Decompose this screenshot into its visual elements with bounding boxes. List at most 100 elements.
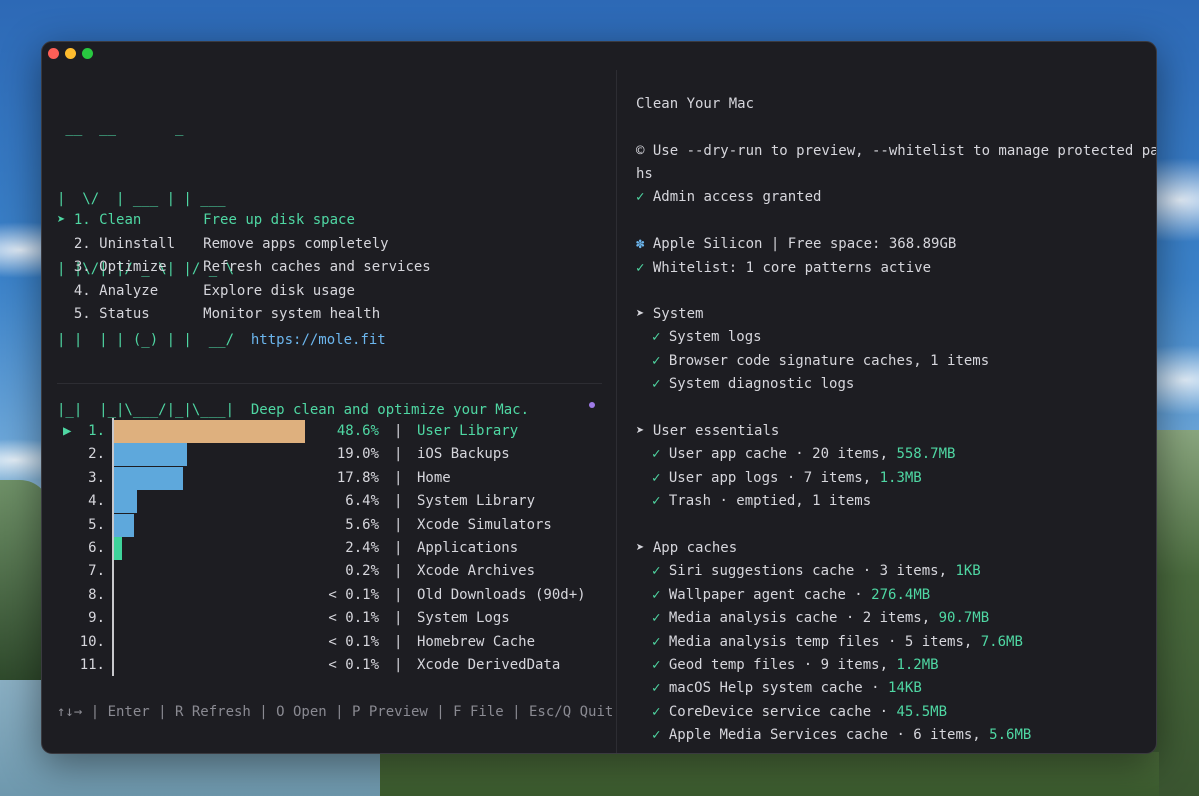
column-separator: |	[394, 446, 403, 463]
check-icon: ✓	[652, 727, 661, 744]
disk-usage-row[interactable]: 8. < 0.1% | Old Downloads (90d+)	[57, 584, 602, 607]
row-number: 7.	[88, 563, 105, 580]
item-text: macOS Help system cache ·	[668, 680, 889, 697]
section-header: ➤ System	[636, 304, 703, 324]
row-number: 5.	[88, 516, 105, 533]
menu-item-analyze[interactable]: 4. Analyze Explore disk usage	[57, 281, 355, 301]
disk-usage-row[interactable]: 2. 19.0% | iOS Backups	[57, 443, 602, 467]
menu-item-status[interactable]: 5. Status Monitor system health	[57, 304, 380, 324]
activity-dot-icon	[589, 402, 595, 408]
close-window-button[interactable]	[48, 48, 59, 59]
item-size: 558.7MB	[896, 446, 956, 463]
minimize-window-button[interactable]	[65, 48, 76, 59]
check-icon: ✓	[652, 680, 661, 697]
logo-line: __ __ _	[57, 120, 184, 136]
section-arrow-icon: ➤	[636, 423, 645, 439]
disk-usage-row[interactable]: 4. 6.4% | System Library	[57, 490, 602, 514]
usage-percent: 19.0%	[336, 446, 379, 463]
check-icon: ✓	[652, 446, 661, 463]
menu-item-uninstall[interactable]: 2. Uninstall Remove apps completely	[57, 234, 389, 254]
clean-item: ✓ System logs	[652, 327, 762, 347]
check-icon: ✓	[652, 563, 661, 580]
whitelist-status: ✓ Whitelist: 1 core patterns active	[636, 260, 932, 276]
website-link[interactable]: https://mole.fit	[251, 332, 386, 348]
section-divider	[57, 383, 602, 384]
disk-usage-row[interactable]: 9. < 0.1% | System Logs	[57, 607, 602, 630]
output-title: Clean Your Mac	[636, 96, 755, 112]
system-info: ✽ Apple Silicon | Free space: 368.89GB	[636, 236, 957, 252]
clean-item: ✓ Media analysis cache · 2 items, 90.7MB	[652, 608, 989, 628]
pane-divider	[616, 70, 617, 753]
section-title: App caches	[652, 540, 738, 556]
usage-label: Applications	[417, 540, 519, 556]
row-number: 4.	[88, 493, 105, 510]
column-separator: |	[394, 423, 403, 439]
disk-usage-row[interactable]: 7. 0.2% | Xcode Archives	[57, 560, 602, 584]
disk-usage-row[interactable]: 11. < 0.1% | Xcode DerivedData	[57, 654, 602, 677]
check-icon: ✓	[652, 610, 661, 627]
clean-item: ✓ System diagnostic logs	[652, 374, 854, 394]
item-size: 5.6MB	[989, 727, 1032, 744]
menu-item-optimize[interactable]: 3. Optimize Refresh caches and services	[57, 257, 431, 277]
item-size: 1.2MB	[896, 657, 939, 673]
clean-item: ✓ Siri suggestions cache · 3 items, 1KB	[652, 561, 981, 581]
row-number: 8.	[88, 586, 105, 603]
usage-percent: 2.4%	[345, 540, 379, 556]
check-icon: ✓	[636, 260, 645, 276]
gear-icon: ✽	[636, 236, 645, 252]
item-text: CoreDevice service cache ·	[668, 703, 897, 720]
check-icon: ✓	[652, 703, 661, 720]
usage-percent: < 0.1%	[328, 633, 379, 650]
disk-usage-row[interactable]: ▶ 1. 48.6% | User Library	[57, 420, 602, 443]
disk-usage-row[interactable]: 6. 2.4% | Applications	[57, 537, 602, 560]
item-text: Geod temp files · 9 items,	[668, 657, 897, 673]
item-size: 14KB	[888, 680, 922, 697]
disk-usage-row[interactable]: 3. 17.8% | Home	[57, 466, 602, 490]
item-text: System diagnostic logs	[668, 376, 855, 393]
menu-item-clean[interactable]: ➤ 1. Clean Free up disk space	[57, 210, 355, 230]
zoom-window-button[interactable]	[82, 48, 93, 59]
column-separator: |	[394, 540, 403, 556]
item-text: System logs	[668, 329, 762, 346]
clean-item: ✓ Trash · emptied, 1 items	[652, 491, 871, 511]
row-number: 2.	[88, 446, 105, 463]
usage-label: Home	[417, 469, 451, 486]
hint-line: © Use --dry-run to preview, --whitelist …	[636, 143, 1157, 159]
usage-label: Homebrew Cache	[417, 633, 536, 650]
usage-bar	[112, 443, 188, 467]
check-icon: ✓	[652, 352, 661, 369]
usage-bar	[112, 420, 305, 443]
selected-marker-icon: ➤	[57, 212, 66, 228]
check-icon: ✓	[652, 376, 661, 393]
tagline: Deep clean and optimize your Mac.	[250, 402, 530, 418]
usage-percent: < 0.1%	[328, 586, 379, 603]
disk-usage-row[interactable]: 5. 5.6% | Xcode Simulators	[57, 513, 602, 537]
check-icon: ✓	[652, 657, 661, 673]
column-separator: |	[394, 516, 403, 533]
column-separator: |	[394, 610, 403, 627]
item-size: 1.3MB	[879, 469, 922, 486]
usage-bar	[112, 490, 138, 514]
usage-percent: 0.2%	[345, 563, 379, 580]
item-text: Browser code signature caches, 1 items	[668, 352, 990, 369]
clean-item: ✓ User app cache · 20 items, 558.7MB	[652, 444, 955, 464]
usage-percent: 48.6%	[336, 423, 379, 439]
clean-item: ✓ User app logs · 7 items, 1.3MB	[652, 468, 922, 488]
item-size: 7.6MB	[980, 633, 1023, 650]
admin-status: ✓ Admin access granted	[636, 189, 822, 205]
logo-line: | \/ | ___ | | ___	[57, 190, 226, 207]
usage-bar	[112, 466, 183, 490]
usage-percent: 17.8%	[336, 469, 379, 486]
usage-percent: 6.4%	[345, 493, 379, 510]
item-size: 45.5MB	[896, 703, 948, 720]
usage-label: Xcode Archives	[417, 563, 536, 580]
check-icon: ✓	[652, 493, 661, 510]
row-number: 10.	[79, 633, 105, 650]
logo-line: |_| |_|\___/|_|\___| Deep clean and opti…	[57, 402, 530, 418]
bar-axis	[112, 418, 114, 676]
row-number: 9.	[88, 610, 105, 627]
disk-usage-row[interactable]: 10. < 0.1% | Homebrew Cache	[57, 631, 602, 654]
column-separator: |	[394, 469, 403, 486]
clean-item: ✓ Apple Media Services cache · 6 items, …	[652, 725, 1031, 745]
clean-item: ✓ Browser code signature caches, 1 items	[652, 351, 989, 371]
